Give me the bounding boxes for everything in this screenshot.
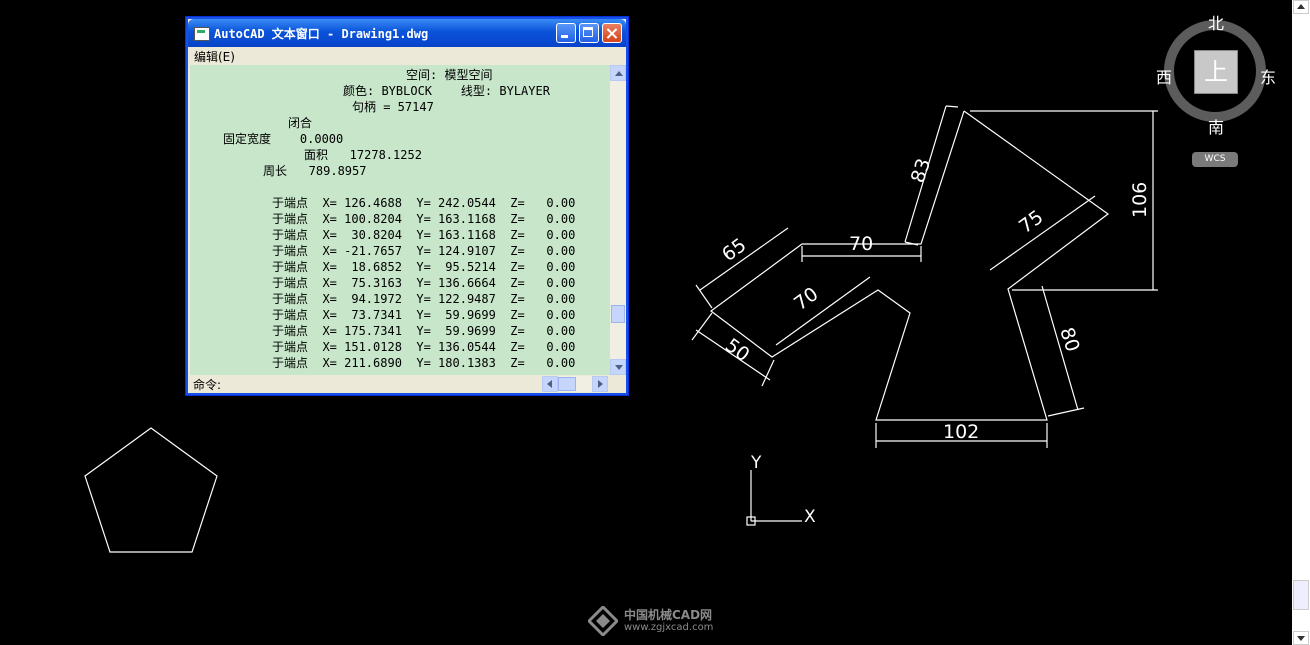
main-outline[interactable] bbox=[709, 110, 1110, 421]
ucs-y-label: Y bbox=[750, 453, 762, 473]
ucs-x-label: X bbox=[804, 507, 816, 527]
vertical-scrollbar[interactable] bbox=[610, 65, 626, 375]
autocad-text-window[interactable]: AutoCAD 文本窗口 - Drawing1.dwg 编辑(E) 空间: 模型… bbox=[185, 16, 629, 396]
point-line: 于端点 X= 175.7341 Y= 59.9699 Z= 0.00 bbox=[272, 324, 576, 338]
viewcube-top-face[interactable]: 上 bbox=[1194, 50, 1238, 94]
text-line: 闭合 bbox=[288, 116, 313, 130]
dimension-lines bbox=[691, 105, 1158, 448]
scroll-left-button[interactable] bbox=[542, 376, 558, 392]
scroll-thumb[interactable] bbox=[611, 305, 625, 323]
window-title: AutoCAD 文本窗口 - Drawing1.dwg bbox=[214, 27, 429, 41]
point-line: 于端点 X= 94.1972 Y= 122.9487 Z= 0.00 bbox=[272, 292, 576, 306]
point-line: 于端点 X= -21.7657 Y= 124.9107 Z= 0.00 bbox=[272, 244, 576, 258]
ucs-icon bbox=[746, 470, 802, 526]
point-line: 于端点 X= 18.6852 Y= 95.5214 Z= 0.00 bbox=[272, 260, 576, 274]
window-title-bar[interactable]: AutoCAD 文本窗口 - Drawing1.dwg bbox=[188, 19, 626, 47]
point-line: 于端点 X= 75.3163 Y= 136.6664 Z= 0.00 bbox=[272, 276, 576, 290]
canvas-scroll-down-button[interactable] bbox=[1293, 631, 1309, 645]
watermark-title: 中国机械CAD网 bbox=[624, 608, 713, 622]
dim-102: 102 bbox=[943, 421, 979, 443]
menu-bar: 编辑(E) bbox=[190, 47, 624, 65]
dim-106: 106 bbox=[1129, 182, 1151, 218]
watermark-url: www.zgjxcad.com bbox=[624, 622, 714, 633]
text-line: 固定宽度 0.0000 bbox=[223, 132, 344, 146]
text-line: 空间: 模型空间 bbox=[406, 68, 493, 82]
point-line: 于端点 X= 211.6890 Y= 180.1383 Z= 0.00 bbox=[272, 356, 576, 370]
point-line: 于端点 X= 151.0128 Y= 136.0544 Z= 0.00 bbox=[272, 340, 576, 354]
dim-65: 65 bbox=[718, 234, 750, 266]
compass-west[interactable]: 西 bbox=[1156, 64, 1172, 88]
hscroll-thumb[interactable] bbox=[558, 377, 576, 391]
pentagon-shape[interactable] bbox=[84, 427, 218, 553]
viewcube[interactable]: 上 北 南 西 东 WCS bbox=[1156, 14, 1280, 167]
text-line: 颜色: BYBLOCK 线型: BYLAYER bbox=[343, 84, 550, 98]
canvas-scroll-up-button[interactable] bbox=[1293, 0, 1309, 14]
text-history-area[interactable]: 空间: 模型空间 颜色: BYBLOCK 线型: BYLAYER 句柄 = 57… bbox=[190, 65, 610, 375]
canvas-vertical-scrollbar[interactable] bbox=[1292, 0, 1310, 645]
dim-70-top: 70 bbox=[849, 233, 873, 255]
horizontal-scrollbar[interactable] bbox=[542, 376, 608, 392]
point-line: 于端点 X= 73.7341 Y= 59.9699 Z= 0.00 bbox=[272, 308, 576, 322]
compass-north[interactable]: 北 bbox=[1208, 10, 1224, 34]
scroll-up-button[interactable] bbox=[610, 65, 626, 81]
text-line: 面积 17278.1252 bbox=[304, 148, 422, 162]
close-button[interactable] bbox=[602, 23, 622, 43]
point-line: 于端点 X= 100.8204 Y= 163.1168 Z= 0.00 bbox=[272, 212, 576, 226]
command-row[interactable]: 命令: bbox=[190, 375, 624, 393]
watermark-logo-icon bbox=[588, 606, 618, 636]
maximize-button[interactable] bbox=[579, 23, 599, 43]
canvas-scroll-thumb[interactable] bbox=[1293, 580, 1309, 610]
scroll-right-button[interactable] bbox=[592, 376, 608, 392]
dim-83: 83 bbox=[907, 156, 935, 186]
point-line: 于端点 X= 30.8204 Y= 163.1168 Z= 0.00 bbox=[272, 228, 576, 242]
site-watermark: 中国机械CAD网 www.zgjxcad.com bbox=[586, 604, 746, 638]
point-line: 于端点 X= 126.4688 Y= 242.0544 Z= 0.00 bbox=[272, 196, 576, 210]
dim-70-diag: 70 bbox=[790, 283, 822, 315]
text-line: 句柄 = 57147 bbox=[352, 100, 434, 114]
text-line: 周长 789.8957 bbox=[263, 164, 367, 178]
command-prompt-label: 命令: bbox=[193, 378, 222, 392]
menu-edit[interactable]: 编辑(E) bbox=[194, 48, 235, 65]
scroll-down-button[interactable] bbox=[610, 359, 626, 375]
wcs-menu-button[interactable]: WCS bbox=[1192, 152, 1238, 167]
compass-east[interactable]: 东 bbox=[1260, 64, 1276, 88]
dim-80: 80 bbox=[1055, 325, 1083, 355]
minimize-button[interactable] bbox=[556, 23, 576, 43]
app-icon[interactable] bbox=[194, 27, 210, 41]
compass-south[interactable]: 南 bbox=[1208, 114, 1224, 138]
